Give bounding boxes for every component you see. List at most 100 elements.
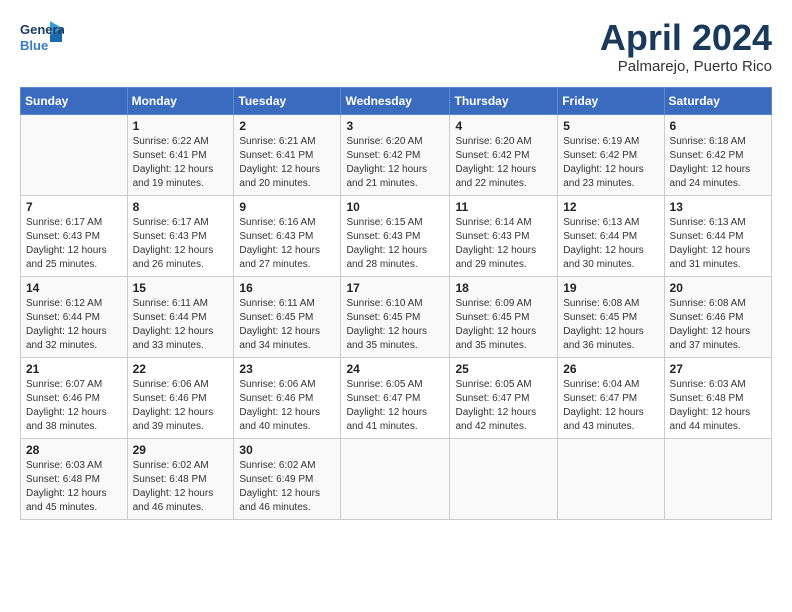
calendar-cell: 13Sunrise: 6:13 AM Sunset: 6:44 PM Dayli… (664, 195, 771, 276)
col-thursday: Thursday (450, 87, 558, 114)
calendar-week-2: 14 Sunrise: 6:12 AM Sunset: 6:44 PM Dayli… (21, 276, 772, 357)
calendar-cell: 22Sunrise: 6:06 AM Sunset: 6:46 PM Dayli… (127, 357, 234, 438)
day-detail: Sunrise: 6:04 AM Sunset: 6:47 PM Dayligh… (563, 378, 658, 434)
svg-text:General: General (20, 22, 64, 37)
day-detail: Sunrise: 6:20 AM Sunset: 6:42 PM Dayligh… (455, 135, 552, 191)
day-number: 6 (670, 119, 766, 133)
calendar-cell: 14 Sunrise: 6:12 AM Sunset: 6:44 PM Dayli… (21, 276, 128, 357)
day-number: 25 (455, 362, 552, 376)
day-number: 12 (563, 200, 658, 214)
calendar-cell: 9 Sunrise: 6:16 AM Sunset: 6:43 PM Daylig… (234, 195, 341, 276)
calendar-cell: 17 Sunrise: 6:10 AM Sunset: 6:45 PM Dayli… (341, 276, 450, 357)
day-number: 24 (346, 362, 444, 376)
calendar-cell: 27Sunrise: 6:03 AM Sunset: 6:48 PM Dayli… (664, 357, 771, 438)
page: GeneralBlue April 2024 Palmarejo, Puerto… (0, 0, 792, 530)
day-number: 7 (26, 200, 122, 214)
day-detail: Sunrise: 6:08 AM Sunset: 6:46 PM Dayligh… (670, 297, 766, 353)
day-detail: Sunrise: 6:18 AM Sunset: 6:42 PM Dayligh… (670, 135, 766, 191)
day-number: 28 (26, 443, 122, 457)
logo: GeneralBlue (20, 18, 64, 56)
day-number: 22 (133, 362, 229, 376)
day-detail: Sunrise: 6:03 AM Sunset: 6:48 PM Dayligh… (26, 459, 122, 515)
calendar-cell: 19 Sunrise: 6:08 AM Sunset: 6:45 PM Dayli… (558, 276, 664, 357)
day-detail: Sunrise: 6:17 AM Sunset: 6:43 PM Dayligh… (26, 216, 122, 272)
day-detail: Sunrise: 6:11 AM Sunset: 6:44 PM Dayligh… (133, 297, 229, 353)
day-number: 14 (26, 281, 122, 295)
calendar-cell: 23 Sunrise: 6:06 AM Sunset: 6:46 PM Dayli… (234, 357, 341, 438)
col-wednesday: Wednesday (341, 87, 450, 114)
calendar-cell: 25Sunrise: 6:05 AM Sunset: 6:47 PM Dayli… (450, 357, 558, 438)
day-number: 1 (133, 119, 229, 133)
calendar-cell: 28 Sunrise: 6:03 AM Sunset: 6:48 PM Dayli… (21, 438, 128, 519)
day-detail: Sunrise: 6:19 AM Sunset: 6:42 PM Dayligh… (563, 135, 658, 191)
calendar-cell: 7 Sunrise: 6:17 AM Sunset: 6:43 PM Daylig… (21, 195, 128, 276)
day-detail: Sunrise: 6:08 AM Sunset: 6:45 PM Dayligh… (563, 297, 658, 353)
day-number: 9 (239, 200, 335, 214)
day-detail: Sunrise: 6:09 AM Sunset: 6:45 PM Dayligh… (455, 297, 552, 353)
col-monday: Monday (127, 87, 234, 114)
day-detail: Sunrise: 6:13 AM Sunset: 6:44 PM Dayligh… (563, 216, 658, 272)
day-detail: Sunrise: 6:14 AM Sunset: 6:43 PM Dayligh… (455, 216, 552, 272)
col-friday: Friday (558, 87, 664, 114)
day-number: 5 (563, 119, 658, 133)
day-detail: Sunrise: 6:11 AM Sunset: 6:45 PM Dayligh… (239, 297, 335, 353)
day-number: 29 (133, 443, 229, 457)
calendar-cell (341, 438, 450, 519)
day-number: 30 (239, 443, 335, 457)
month-title: April 2024 (600, 18, 772, 58)
day-detail: Sunrise: 6:07 AM Sunset: 6:46 PM Dayligh… (26, 378, 122, 434)
calendar-cell: 26 Sunrise: 6:04 AM Sunset: 6:47 PM Dayli… (558, 357, 664, 438)
calendar-cell: 11 Sunrise: 6:14 AM Sunset: 6:43 PM Dayli… (450, 195, 558, 276)
day-detail: Sunrise: 6:06 AM Sunset: 6:46 PM Dayligh… (239, 378, 335, 434)
day-detail: Sunrise: 6:22 AM Sunset: 6:41 PM Dayligh… (133, 135, 229, 191)
col-sunday: Sunday (21, 87, 128, 114)
calendar-table: Sunday Monday Tuesday Wednesday Thursday… (20, 87, 772, 520)
calendar-cell (450, 438, 558, 519)
calendar-cell: 30Sunrise: 6:02 AM Sunset: 6:49 PM Dayli… (234, 438, 341, 519)
day-number: 23 (239, 362, 335, 376)
header-row: Sunday Monday Tuesday Wednesday Thursday… (21, 87, 772, 114)
calendar-cell: 20 Sunrise: 6:08 AM Sunset: 6:46 PM Dayli… (664, 276, 771, 357)
day-number: 11 (455, 200, 552, 214)
day-detail: Sunrise: 6:21 AM Sunset: 6:41 PM Dayligh… (239, 135, 335, 191)
calendar-week-0: 1 Sunrise: 6:22 AM Sunset: 6:41 PM Daylig… (21, 114, 772, 195)
day-detail: Sunrise: 6:16 AM Sunset: 6:43 PM Dayligh… (239, 216, 335, 272)
day-detail: Sunrise: 6:03 AM Sunset: 6:48 PM Dayligh… (670, 378, 766, 434)
day-number: 19 (563, 281, 658, 295)
day-number: 15 (133, 281, 229, 295)
calendar-week-4: 28 Sunrise: 6:03 AM Sunset: 6:48 PM Dayli… (21, 438, 772, 519)
calendar-cell: 15 Sunrise: 6:11 AM Sunset: 6:44 PM Dayli… (127, 276, 234, 357)
calendar-cell: 5 Sunrise: 6:19 AM Sunset: 6:42 PM Daylig… (558, 114, 664, 195)
calendar-cell (558, 438, 664, 519)
day-number: 18 (455, 281, 552, 295)
day-detail: Sunrise: 6:12 AM Sunset: 6:44 PM Dayligh… (26, 297, 122, 353)
svg-text:Blue: Blue (20, 38, 48, 53)
title-block: April 2024 Palmarejo, Puerto Rico (600, 18, 772, 75)
day-number: 8 (133, 200, 229, 214)
day-number: 26 (563, 362, 658, 376)
day-detail: Sunrise: 6:05 AM Sunset: 6:47 PM Dayligh… (346, 378, 444, 434)
calendar-cell (21, 114, 128, 195)
calendar-week-3: 21 Sunrise: 6:07 AM Sunset: 6:46 PM Dayli… (21, 357, 772, 438)
day-detail: Sunrise: 6:20 AM Sunset: 6:42 PM Dayligh… (346, 135, 444, 191)
day-number: 13 (670, 200, 766, 214)
calendar-cell: 24 Sunrise: 6:05 AM Sunset: 6:47 PM Dayli… (341, 357, 450, 438)
day-number: 20 (670, 281, 766, 295)
day-number: 3 (346, 119, 444, 133)
day-detail: Sunrise: 6:02 AM Sunset: 6:48 PM Dayligh… (133, 459, 229, 515)
calendar-cell (664, 438, 771, 519)
calendar-cell: 10Sunrise: 6:15 AM Sunset: 6:43 PM Dayli… (341, 195, 450, 276)
calendar-cell: 1 Sunrise: 6:22 AM Sunset: 6:41 PM Daylig… (127, 114, 234, 195)
day-detail: Sunrise: 6:10 AM Sunset: 6:45 PM Dayligh… (346, 297, 444, 353)
day-number: 21 (26, 362, 122, 376)
day-number: 4 (455, 119, 552, 133)
day-number: 2 (239, 119, 335, 133)
location: Palmarejo, Puerto Rico (600, 58, 772, 75)
col-tuesday: Tuesday (234, 87, 341, 114)
day-number: 17 (346, 281, 444, 295)
calendar-cell: 8 Sunrise: 6:17 AM Sunset: 6:43 PM Daylig… (127, 195, 234, 276)
calendar-week-1: 7 Sunrise: 6:17 AM Sunset: 6:43 PM Daylig… (21, 195, 772, 276)
calendar-cell: 6 Sunrise: 6:18 AM Sunset: 6:42 PM Daylig… (664, 114, 771, 195)
day-detail: Sunrise: 6:17 AM Sunset: 6:43 PM Dayligh… (133, 216, 229, 272)
calendar-cell: 29 Sunrise: 6:02 AM Sunset: 6:48 PM Dayli… (127, 438, 234, 519)
